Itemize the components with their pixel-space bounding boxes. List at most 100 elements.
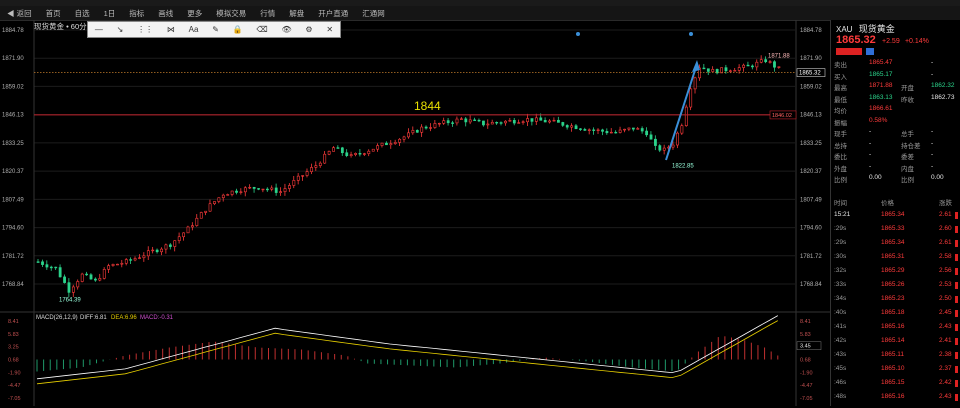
candle-body <box>548 120 552 123</box>
candle-body <box>102 269 106 279</box>
trade-direction-marker <box>955 394 958 401</box>
field-value: 0.00 <box>869 174 882 181</box>
right-y-axis-label: 1884.78 <box>800 28 822 34</box>
toolbar-item-3[interactable]: 1日 <box>97 8 123 19</box>
candle-body <box>605 131 609 134</box>
trade-price: 1865.16 <box>881 323 905 330</box>
candle-body <box>460 118 463 120</box>
candle-body <box>385 142 388 146</box>
drawing-toolbar[interactable]: — ↘ ⋮⋮ ⋈ Aa ✎ 🔒 ⌫ 👁 ⚙ ✕ <box>87 21 341 38</box>
add-watchlist-button[interactable] <box>836 48 862 55</box>
candle-body <box>557 119 560 123</box>
candle-body <box>138 257 141 259</box>
draw-tool-4-icon[interactable]: Aa <box>189 25 199 34</box>
toolbar-item-7[interactable]: 模拟交易 <box>209 8 253 19</box>
macd-mid-tag: 3.45 <box>800 344 811 350</box>
draw-tool-8-icon[interactable]: 👁 <box>281 25 291 34</box>
field-value-2: - <box>931 128 934 135</box>
right-y-axis-label: 1871.90 <box>800 56 822 62</box>
trade-price: 1865.16 <box>881 393 905 400</box>
trade-direction-marker <box>955 366 958 373</box>
kline-chart-svg: 1884.78 1871.90 1859.02 1846.13 1833.25 1820.… <box>0 20 830 406</box>
right-y-axis-label: 1794.60 <box>800 226 822 232</box>
macd-right-label: -1.90 <box>800 370 813 376</box>
toolbar-item-4[interactable]: 指标 <box>122 8 151 19</box>
y-axis-label: 1768.84 <box>2 282 24 288</box>
candle-body <box>208 203 212 212</box>
draw-tool-0-icon[interactable]: — <box>95 25 103 34</box>
field-value: 1865.17 <box>869 70 893 78</box>
field-value: 1871.88 <box>869 82 893 89</box>
candle-body <box>706 68 710 72</box>
candle-body <box>583 129 587 131</box>
field-label-2: 内盘 <box>901 165 914 173</box>
marker-dot <box>576 32 580 36</box>
trade-time: 15:21 <box>834 211 851 218</box>
trade-time: :41s <box>834 323 847 330</box>
quote-field-row: 最低 1863.13 昨收 1862.73 <box>831 93 960 104</box>
candle-body <box>283 188 287 192</box>
candle-body <box>508 120 512 122</box>
candle-body <box>243 187 247 193</box>
quote-field-row: 外盘 - 内盘 - <box>831 162 960 173</box>
candle-body <box>146 250 150 257</box>
trade-change: 2.58 <box>939 253 952 260</box>
hline-price-tag: 1846.02 <box>772 113 792 119</box>
macd-y-label: 8.41 <box>8 319 19 325</box>
trade-change: 2.61 <box>939 239 952 246</box>
draw-tool-6-icon[interactable]: 🔒 <box>233 25 243 34</box>
trade-price: 1865.34 <box>881 211 905 218</box>
candle-body <box>504 120 507 124</box>
toolbar-item-10[interactable]: 开户直通 <box>311 8 355 19</box>
toolbar-item-5[interactable]: 画线 <box>151 8 180 19</box>
draw-tool-10-icon[interactable]: ✕ <box>326 25 333 34</box>
candle-body <box>142 255 146 259</box>
candle-body <box>636 128 640 130</box>
macd-legend-name: MACD(26,12,9) <box>36 315 78 321</box>
candle-body <box>80 273 84 282</box>
trade-row: :29s 1865.33 2.60 <box>831 224 960 236</box>
toolbar-item-11[interactable]: 汇通网 <box>355 8 392 19</box>
field-label: 均价 <box>834 108 847 115</box>
kline-chart-area[interactable]: 1884.78 1871.90 1859.02 1846.13 1833.25 1820.… <box>0 20 830 406</box>
field-value: 1866.61 <box>869 105 893 112</box>
candle-body <box>270 187 274 190</box>
y-axis-label: 1884.78 <box>2 28 24 34</box>
candle-body <box>195 217 199 226</box>
field-value: 1863.13 <box>869 93 893 101</box>
toolbar-item-1[interactable]: 首页 <box>39 8 68 19</box>
draw-tool-2-icon[interactable]: ⋮⋮ <box>137 25 153 34</box>
high-label: 1871.88 <box>768 53 790 59</box>
draw-tool-1-icon[interactable]: ↘ <box>117 25 124 34</box>
candle-body <box>310 167 313 172</box>
toolbar-item-8[interactable]: 行情 <box>253 8 282 19</box>
toolbar-item-9[interactable]: 解盘 <box>282 8 311 19</box>
candle-body <box>296 175 300 181</box>
candle-body <box>129 259 133 261</box>
candle-body <box>393 142 397 144</box>
field-label: 外盘 <box>834 165 847 173</box>
candle-body <box>120 262 124 265</box>
draw-tool-3-icon[interactable]: ⋈ <box>167 25 175 34</box>
trend-arrow <box>665 63 698 161</box>
draw-tool-9-icon[interactable]: ⚙ <box>305 25 312 34</box>
right-y-axis-label: 1846.13 <box>800 113 822 119</box>
candle-body <box>89 274 93 280</box>
macd-y-label: 0.68 <box>8 358 19 364</box>
note-icon[interactable] <box>866 48 874 55</box>
toolbar-item-2[interactable]: 自选 <box>68 8 97 19</box>
candle-body <box>429 127 432 129</box>
toolbar-item-6[interactable]: 更多 <box>180 8 209 19</box>
right-y-axis-label: 1833.25 <box>800 141 822 147</box>
field-label-2: 开盘 <box>901 85 914 92</box>
draw-tool-7-icon[interactable]: ⌫ <box>256 25 267 34</box>
trade-direction-marker <box>955 240 958 247</box>
trade-row: :34s 1865.23 2.50 <box>831 294 960 306</box>
toolbar-item-0[interactable]: ◀ 返回 <box>0 8 39 19</box>
low-label: 1764.39 <box>59 298 81 304</box>
field-value: - <box>869 162 872 170</box>
trade-price: 1865.18 <box>881 309 905 316</box>
draw-tool-5-icon[interactable]: ✎ <box>212 25 219 34</box>
y-axis-label: 1871.90 <box>2 56 24 62</box>
candle-body <box>433 123 437 128</box>
